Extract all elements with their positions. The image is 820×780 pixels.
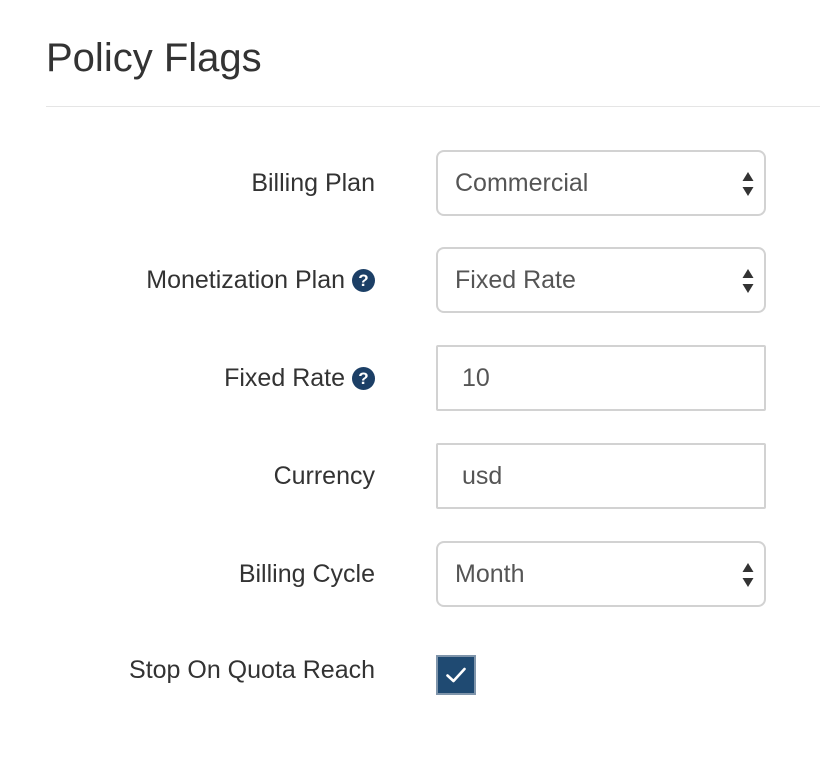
question-circle-icon[interactable]: ? bbox=[352, 366, 375, 390]
stop-on-quota-reach-checkbox[interactable] bbox=[436, 655, 476, 695]
select-arrows-icon bbox=[742, 563, 754, 587]
question-circle-icon[interactable]: ? bbox=[352, 268, 375, 292]
billing-plan-label: Billing Plan bbox=[251, 150, 375, 216]
section-title: Policy Flags bbox=[46, 36, 262, 80]
section-divider bbox=[46, 106, 820, 107]
billing-plan-select[interactable]: Commercial bbox=[436, 150, 766, 216]
stop-on-quota-reach-label: Stop On Quota Reach bbox=[129, 637, 375, 703]
monetization-plan-label: Monetization Plan ? bbox=[146, 247, 375, 313]
monetization-plan-select[interactable]: Fixed Rate bbox=[436, 247, 766, 313]
stop-on-quota-reach-label-text: Stop On Quota Reach bbox=[129, 655, 375, 684]
select-arrows-icon bbox=[742, 172, 754, 196]
currency-input[interactable] bbox=[436, 443, 766, 509]
billing-cycle-label: Billing Cycle bbox=[239, 541, 375, 607]
monetization-plan-label-text: Monetization Plan bbox=[146, 265, 345, 294]
monetization-plan-row: Monetization Plan ? Fixed Rate bbox=[0, 247, 820, 313]
fixed-rate-label: Fixed Rate ? bbox=[224, 345, 375, 411]
currency-label-text: Currency bbox=[273, 461, 375, 490]
fixed-rate-label-text: Fixed Rate bbox=[224, 363, 345, 392]
currency-label: Currency bbox=[274, 443, 375, 509]
fixed-rate-row: Fixed Rate ? bbox=[0, 345, 820, 411]
billing-cycle-selected-value: Month bbox=[455, 559, 525, 588]
billing-plan-selected-value: Commercial bbox=[455, 168, 589, 197]
fixed-rate-input[interactable] bbox=[436, 345, 766, 411]
billing-cycle-row: Billing Cycle Month bbox=[0, 541, 820, 607]
billing-cycle-select[interactable]: Month bbox=[436, 541, 766, 607]
select-arrows-icon bbox=[742, 269, 754, 293]
checkmark-icon bbox=[446, 667, 466, 683]
billing-plan-label-text: Billing Plan bbox=[251, 168, 375, 197]
currency-row: Currency bbox=[0, 443, 820, 509]
stop-on-quota-reach-row: Stop On Quota Reach bbox=[0, 637, 820, 703]
billing-plan-row: Billing Plan Commercial bbox=[0, 150, 820, 216]
billing-cycle-label-text: Billing Cycle bbox=[238, 559, 375, 588]
monetization-plan-selected-value: Fixed Rate bbox=[455, 265, 576, 294]
